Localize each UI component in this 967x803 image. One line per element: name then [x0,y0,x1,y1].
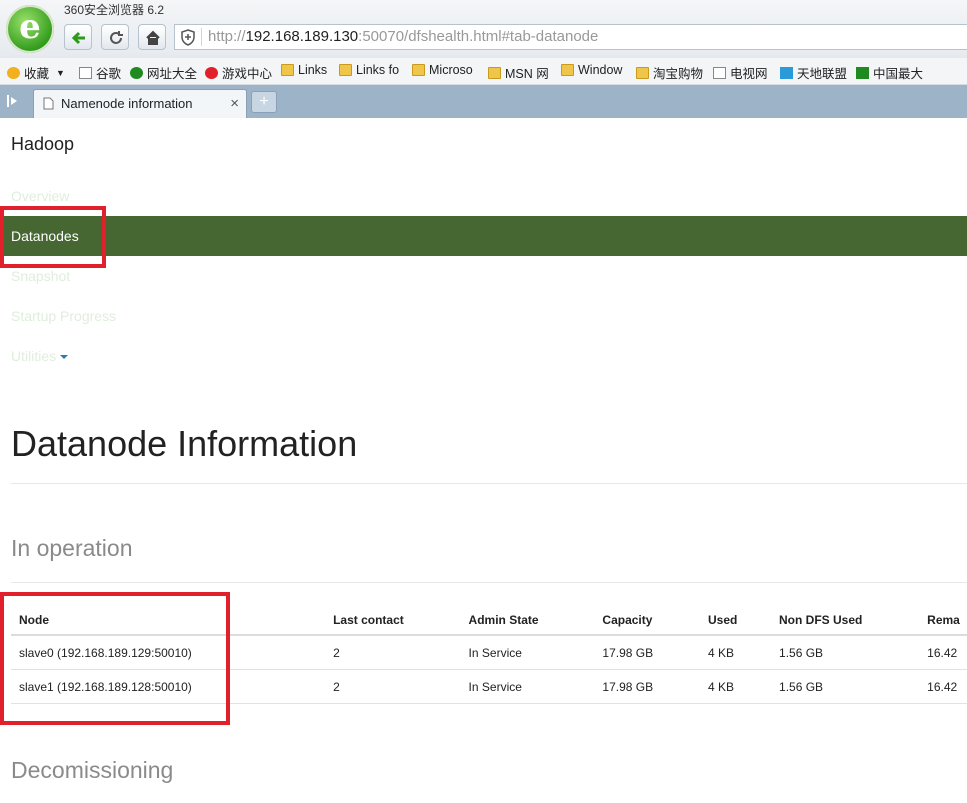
cell-last-contact: 2 [325,669,461,704]
browser-logo-icon: e [6,5,54,53]
fav-label: 天地联盟 [797,67,848,81]
highlight-box-node-column [0,592,230,725]
address-bar[interactable]: http://192.168.189.130:50070/dfshealth.h… [174,24,967,50]
cell-admin-state: In Service [460,669,595,704]
nav-active-background [0,216,967,256]
home-button[interactable] [138,24,166,50]
star-icon [7,66,20,79]
folder-icon [281,64,294,76]
tab-close-button[interactable]: × [230,95,239,112]
fav-label: 网址大全 [147,67,198,81]
address-separator [201,28,202,46]
column-header-last-contact[interactable]: Last contact [325,606,461,636]
fav-label: Window [578,63,623,77]
fav-label: 谷歌 [96,67,122,81]
nav-item-overview[interactable]: Overview [11,188,69,204]
column-header-admin-state[interactable]: Admin State [460,606,595,636]
fav-label: Links [298,63,328,77]
column-header-capacity[interactable]: Capacity [594,606,701,636]
shield-icon [181,29,195,46]
folder-icon [636,66,649,79]
fav-folder-msn[interactable]: MSN 网 [488,63,549,82]
cell-capacity: 17.98 GB [594,669,701,704]
site-icon [130,66,143,79]
cell-last-contact: 2 [325,635,461,670]
fav-item-tv[interactable]: 电视网 [713,63,768,82]
folder-icon [561,64,574,76]
page-title: Datanode Information [11,423,358,464]
fav-label: 淘宝购物 [653,67,704,81]
tab-label: Namenode information [61,96,193,111]
cell-remaining: 16.42 [919,669,967,704]
nav-item-utilities-label: Utilities [11,348,57,364]
refresh-button[interactable] [101,24,129,50]
fav-label: Microso [429,63,473,77]
fav-item-china[interactable]: 中国最大 [856,63,923,82]
fav-item-tiandi[interactable]: 天地联盟 [780,63,847,82]
fav-label: 中国最大 [873,67,924,81]
url-host: 192.168.189.130 [245,28,359,45]
cell-non-dfs-used: 1.56 GB [771,635,920,670]
section-divider [11,582,967,583]
fav-label: 收藏 [24,67,50,81]
fav-label: MSN 网 [505,67,549,81]
favorites-bar: 收藏 ▼ 谷歌 网址大全 游戏中心 Links Links fo Microso … [0,58,967,85]
section-title-decomissioning: Decomissioning [11,757,174,783]
sidebar-toggle-icon[interactable] [6,93,22,109]
cell-capacity: 17.98 GB [594,635,701,670]
cell-remaining: 16.42 [919,635,967,670]
cell-admin-state: In Service [460,635,595,670]
game-icon [205,66,218,79]
fav-label: 游戏中心 [222,67,273,81]
column-header-remaining[interactable]: Rema [919,606,967,636]
folder-icon [412,64,425,76]
nav-item-snapshot[interactable]: Snapshot [11,268,70,284]
nav-item-utilities[interactable]: Utilities [11,348,69,364]
folder-icon [488,66,501,79]
address-url[interactable]: http://192.168.189.130:50070/dfshealth.h… [208,28,598,45]
cell-used: 4 KB [700,669,772,704]
fav-folder-links[interactable]: Links [281,63,327,77]
fav-folder-window[interactable]: Window [561,63,622,77]
browser-title: 360安全浏览器 6.2 [64,3,165,17]
fav-item-games[interactable]: 游戏中心 [205,63,272,82]
title-divider [11,483,967,484]
section-title-in-operation: In operation [11,535,133,561]
column-header-used[interactable]: Used [700,606,772,636]
fav-item-google[interactable]: 谷歌 [79,63,121,82]
fav-label: Links fo [356,63,400,77]
back-arrow-icon [71,31,85,45]
refresh-icon [110,31,123,44]
site-icon [856,66,869,79]
url-prefix: http:// [208,28,246,45]
url-rest: :50070/dfshealth.html#tab-datanode [358,28,599,45]
favorites-menu[interactable]: 收藏 ▼ [7,63,65,82]
new-tab-button[interactable]: + [251,91,277,113]
page-icon [79,66,92,79]
cell-non-dfs-used: 1.56 GB [771,669,920,704]
caret-down-icon [60,355,69,360]
fav-folder-microso[interactable]: Microso [412,63,473,77]
fav-label: 电视网 [730,67,768,81]
site-icon [780,66,793,79]
column-header-non-dfs-used[interactable]: Non DFS Used [771,606,920,636]
cell-used: 4 KB [700,635,772,670]
fav-item-wangzhi[interactable]: 网址大全 [130,63,197,82]
page-icon [713,66,726,79]
fav-folder-linksfo[interactable]: Links fo [339,63,399,77]
tab-bar: Namenode information × + [0,85,967,118]
nav-item-startup-progress[interactable]: Startup Progress [11,308,116,324]
page-icon [43,97,54,110]
app-brand[interactable]: Hadoop [11,134,74,155]
browser-titlebar: e 360安全浏览器 6.2 http://192.168.189.130:50… [0,0,967,58]
back-button[interactable] [64,24,92,50]
fav-folder-taobao[interactable]: 淘宝购物 [636,63,703,82]
home-icon [146,30,160,45]
highlight-box-datanodes [0,206,106,268]
folder-icon [339,64,352,76]
tab-namenode-information[interactable]: Namenode information × [33,89,247,118]
